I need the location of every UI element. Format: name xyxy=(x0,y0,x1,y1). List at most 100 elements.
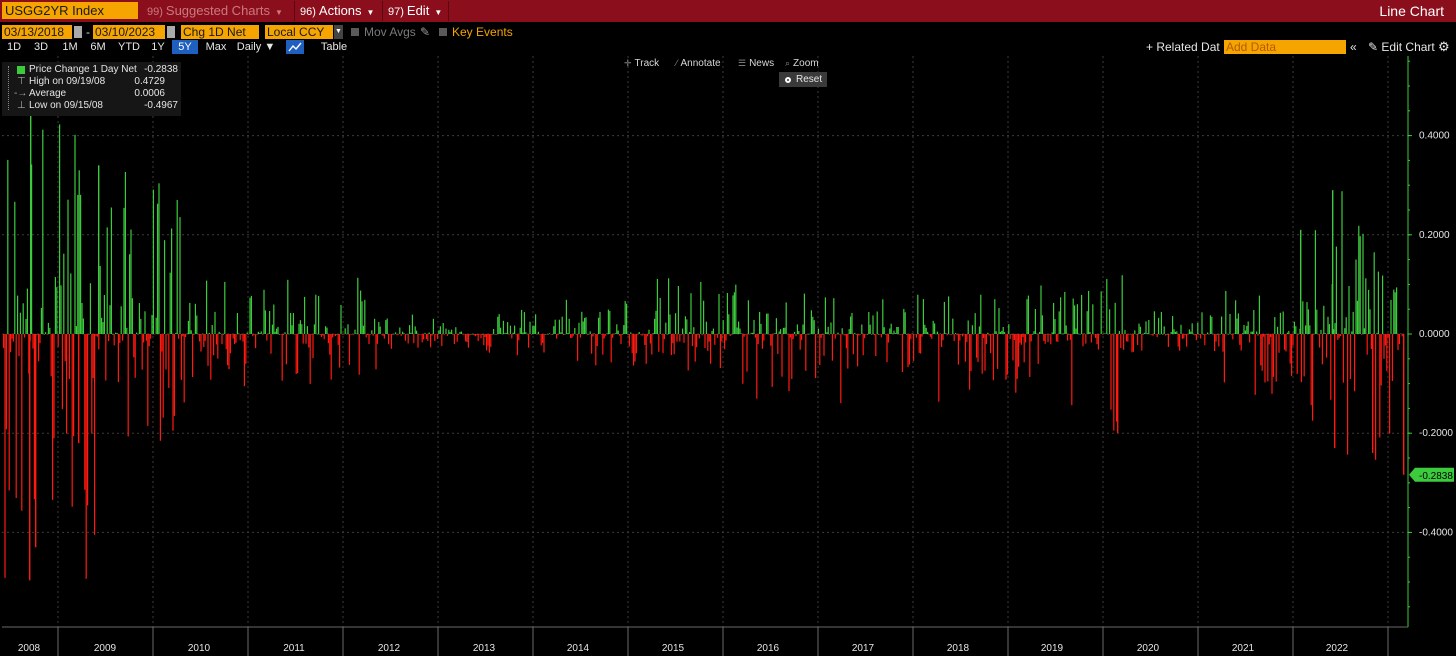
bar xyxy=(729,334,731,336)
bar xyxy=(617,330,619,334)
bar xyxy=(98,165,100,334)
bar xyxy=(1377,271,1379,334)
bar xyxy=(1302,301,1304,334)
x-tick-label: 2017 xyxy=(852,643,875,654)
crosshair-icon: ✛ xyxy=(624,58,632,68)
bar xyxy=(460,331,462,334)
reset-button[interactable]: Reset xyxy=(779,72,827,87)
bar xyxy=(221,334,223,345)
annotate-button[interactable]: ⁄ Annotate xyxy=(676,56,721,70)
bar xyxy=(141,334,143,370)
track-label: Track xyxy=(634,58,660,69)
bar xyxy=(666,334,668,335)
bar xyxy=(369,334,371,335)
bar xyxy=(999,332,1001,334)
bar xyxy=(1328,324,1330,334)
bar xyxy=(906,334,908,335)
bar xyxy=(148,334,150,347)
bar xyxy=(924,324,926,334)
bar xyxy=(479,334,481,335)
chart-canvas[interactable]: 0.4000 0.2000 0.0000 -0.2000 -0.4000 -0.2838 2… xyxy=(0,0,1456,656)
bar xyxy=(1019,334,1021,343)
bar xyxy=(1345,317,1347,334)
bar xyxy=(554,319,556,334)
bar xyxy=(1207,332,1209,334)
bar xyxy=(227,334,229,366)
bar-series xyxy=(3,99,1405,581)
bar xyxy=(1016,334,1018,379)
bar xyxy=(914,334,916,335)
bar xyxy=(609,311,611,334)
bar xyxy=(890,323,892,334)
bar xyxy=(973,334,975,335)
bar xyxy=(1205,334,1207,335)
bar xyxy=(403,333,405,334)
bar xyxy=(1247,321,1249,334)
bar xyxy=(599,311,601,334)
bar xyxy=(631,334,633,354)
bar xyxy=(1088,290,1090,334)
bar xyxy=(1051,332,1053,334)
bar xyxy=(425,334,427,339)
bar xyxy=(1264,334,1266,383)
bar xyxy=(382,334,384,336)
bar xyxy=(726,293,728,334)
bar xyxy=(563,334,565,336)
bar xyxy=(288,333,290,335)
bar xyxy=(25,319,27,334)
bar xyxy=(17,295,19,334)
bar xyxy=(592,334,594,337)
bar xyxy=(245,334,247,364)
bar xyxy=(1067,334,1069,341)
bar xyxy=(210,334,212,380)
bar xyxy=(1001,330,1003,334)
bar xyxy=(903,308,905,334)
track-button[interactable]: ✛ Track xyxy=(624,56,659,70)
bar xyxy=(183,334,185,403)
zoom-button[interactable]: ⌕ Zoom xyxy=(785,56,819,70)
bar xyxy=(1125,334,1127,342)
bar xyxy=(1237,313,1239,334)
bar xyxy=(1083,333,1085,335)
bar xyxy=(644,334,646,345)
bar xyxy=(689,332,691,334)
bar xyxy=(102,322,104,334)
bar xyxy=(809,333,811,335)
bar xyxy=(539,334,541,335)
bar xyxy=(186,333,188,335)
bar xyxy=(512,332,514,334)
bar xyxy=(561,316,563,334)
bar xyxy=(920,334,922,354)
bar xyxy=(1190,331,1192,334)
bar xyxy=(350,334,352,335)
bar xyxy=(1197,322,1199,334)
news-button[interactable]: ☰ News xyxy=(738,56,774,70)
bar xyxy=(1340,334,1342,336)
bar xyxy=(1398,334,1400,344)
bar xyxy=(883,327,885,334)
bar xyxy=(1201,312,1203,334)
bar xyxy=(544,334,546,335)
bar xyxy=(591,334,593,354)
bar xyxy=(1397,334,1399,351)
bar xyxy=(1233,333,1235,335)
x-tick-label: 2011 xyxy=(283,643,305,654)
x-tick-label: 2015 xyxy=(662,643,685,654)
y-tick-label: 0.2000 xyxy=(1419,230,1450,241)
bar xyxy=(927,331,929,334)
bar xyxy=(1365,278,1367,334)
bar xyxy=(614,333,616,334)
bar xyxy=(871,334,873,335)
bar xyxy=(294,334,296,335)
bar xyxy=(68,334,70,380)
bar xyxy=(1369,309,1371,334)
bar xyxy=(8,334,10,491)
bar xyxy=(675,313,677,334)
bar xyxy=(525,332,527,334)
bar xyxy=(962,334,964,337)
series-color-swatch[interactable] xyxy=(17,66,25,74)
bar xyxy=(165,334,167,370)
bar xyxy=(637,334,639,335)
bar xyxy=(521,309,523,334)
bar xyxy=(565,299,567,334)
